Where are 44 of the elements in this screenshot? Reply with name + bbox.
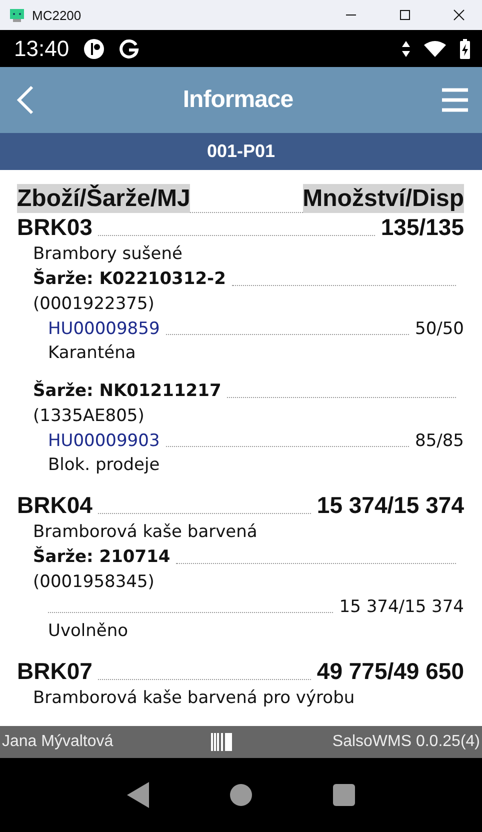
menu-button[interactable] bbox=[442, 88, 468, 112]
back-nav-button[interactable] bbox=[127, 782, 149, 808]
batch-label: Šarže: K02210312-2 bbox=[33, 267, 226, 291]
notification-icon bbox=[83, 38, 106, 60]
lot-number: (0001958345) bbox=[33, 571, 156, 594]
window-title: MC2200 bbox=[32, 8, 82, 22]
handling-unit-link[interactable]: HU00009903 bbox=[48, 429, 160, 453]
barcode-icon[interactable] bbox=[210, 733, 235, 751]
column-header: Zboží/Šarže/MJ bbox=[17, 184, 190, 213]
home-nav-button[interactable] bbox=[229, 783, 253, 807]
maximize-icon bbox=[399, 9, 411, 21]
clock: 13:40 bbox=[14, 36, 70, 62]
column-header: Množství/Disp bbox=[302, 184, 464, 213]
product-description: Brambory sušené bbox=[33, 243, 184, 266]
wifi-icon bbox=[424, 40, 446, 56]
battery-icon bbox=[460, 38, 470, 58]
product-description: Bramborová kaše barvená bbox=[33, 521, 258, 544]
close-icon bbox=[453, 9, 465, 21]
product-description: Bramborová kaše barvená pro výrobu bbox=[33, 687, 356, 710]
data-transfer-icon bbox=[402, 40, 410, 56]
product-quantity: 49 775/49 650 bbox=[316, 657, 464, 686]
product-code: BRK03 bbox=[17, 213, 92, 242]
stock-status: Karanténa bbox=[48, 342, 137, 365]
product-code: BRK04 bbox=[17, 491, 92, 520]
stock-status: Uvolněno bbox=[48, 620, 130, 643]
location-header: 001-P01 bbox=[0, 133, 482, 170]
unit-quantity: 50/50 bbox=[415, 318, 464, 341]
back-button[interactable] bbox=[16, 85, 34, 115]
app-icon bbox=[10, 8, 24, 22]
user-name: Jana Mývaltová bbox=[2, 733, 114, 751]
stock-status: Blok. prodeje bbox=[48, 454, 161, 477]
app-version: SalsoWMS 0.0.25(4) bbox=[332, 733, 480, 751]
screen-title: Informace bbox=[182, 86, 294, 114]
unit-quantity: 85/85 bbox=[415, 430, 464, 453]
product-code: BRK07 bbox=[17, 657, 92, 686]
google-icon bbox=[119, 38, 140, 58]
handling-unit-link[interactable]: HU00009859 bbox=[48, 317, 160, 341]
lot-number: (1335AE805) bbox=[33, 405, 146, 428]
unit-quantity: 15 374/15 374 bbox=[339, 596, 464, 619]
product-quantity: 135/135 bbox=[380, 213, 464, 242]
lot-number: (0001922375) bbox=[33, 293, 156, 316]
batch-label: Šarže: 210714 bbox=[33, 545, 170, 569]
batch-label: Šarže: NK01211217 bbox=[33, 379, 222, 403]
product-quantity: 15 374/15 374 bbox=[316, 491, 464, 520]
